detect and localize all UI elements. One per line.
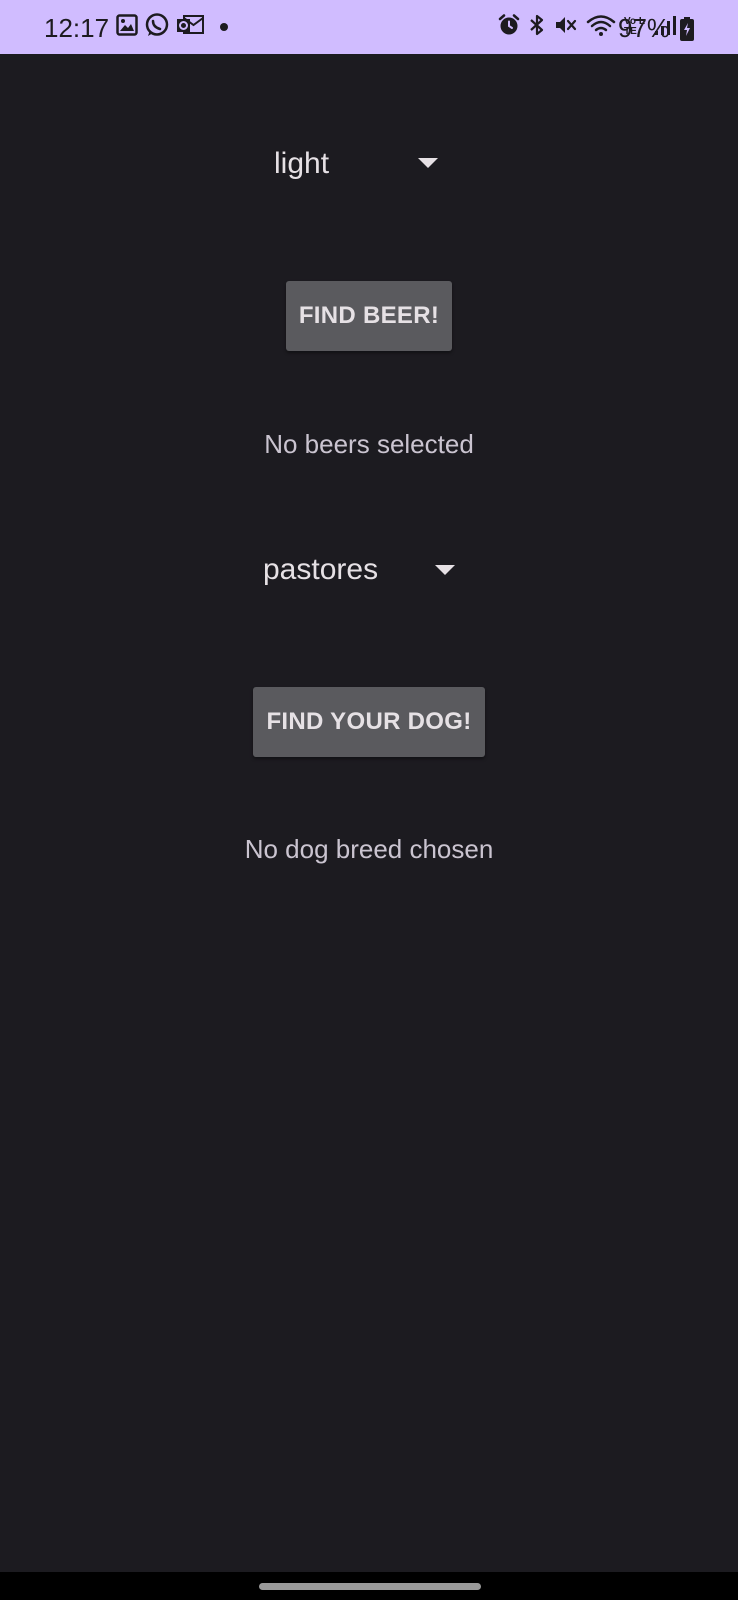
beer-result-text: No beers selected [264,429,474,459]
battery-percentage: 97% [618,13,671,43]
find-dog-button[interactable]: FIND YOUR DOG! [253,687,485,757]
bluetooth-icon [528,13,546,42]
dog-result-text: No dog breed chosen [244,834,494,864]
notification-icons [116,12,228,43]
outlook-icon [176,14,204,41]
alarm-icon [498,13,520,41]
gallery-icon [116,13,138,41]
beer-spinner-value: light [274,147,330,180]
status-time: 12:17 [44,13,110,43]
status-bar: 12:17 Vo LTE 97% [0,0,738,54]
home-gesture-handle[interactable] [259,1583,481,1590]
battery-charging-icon [680,17,694,46]
find-beer-button[interactable]: FIND BEER! [286,281,452,351]
dog-spinner-value: pastores [263,553,379,586]
dog-breed-spinner[interactable]: pastores [263,540,463,600]
chevron-down-icon [435,565,455,575]
app-screen: 12:17 Vo LTE 97% light FIND BEER! No bee… [0,0,738,1600]
chevron-down-icon [418,158,438,168]
wifi-icon [586,13,616,42]
mute-icon [554,14,578,41]
navigation-bar [0,1572,738,1600]
notification-dot-icon [220,23,228,31]
beer-type-spinner[interactable]: light [274,134,444,194]
whatsapp-icon [144,12,170,43]
